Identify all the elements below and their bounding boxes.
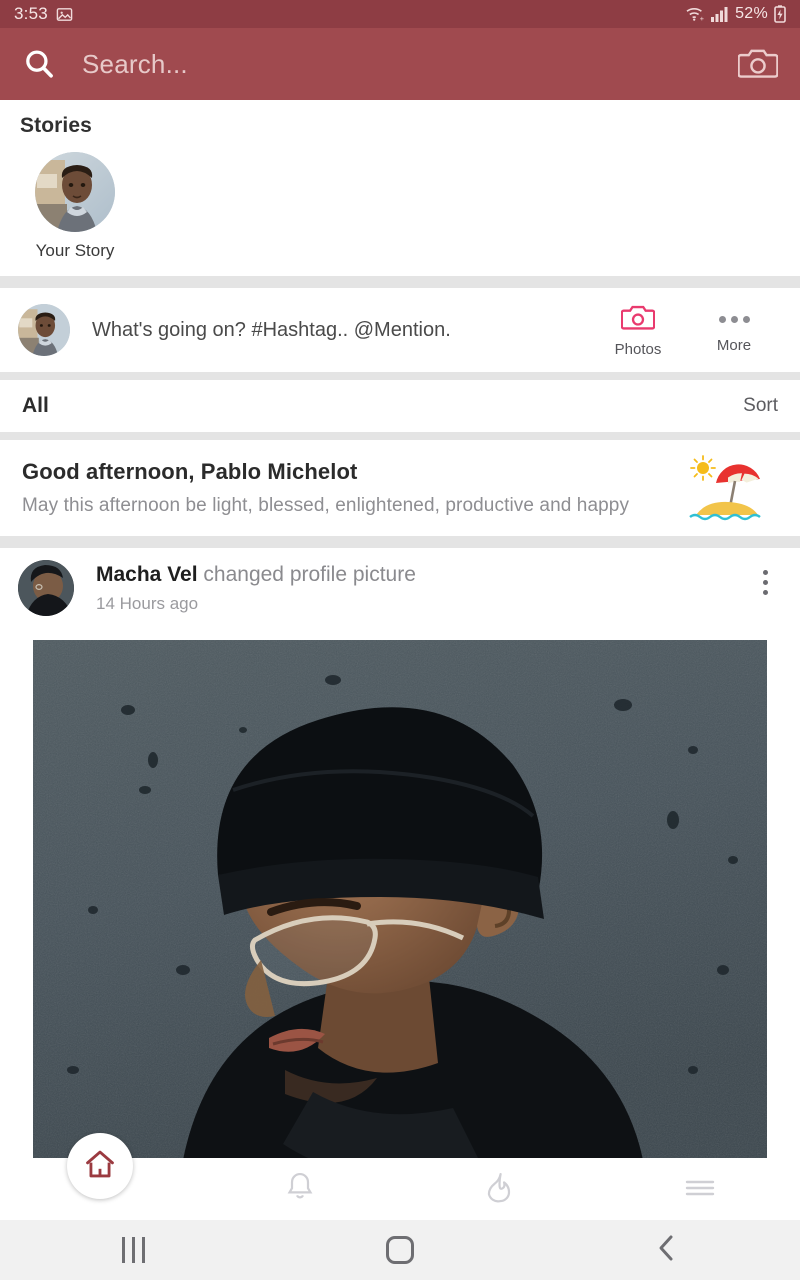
composer-more-button[interactable]: More xyxy=(686,306,782,354)
bottom-nav-notifications[interactable] xyxy=(200,1158,400,1220)
recents-icon xyxy=(121,1237,145,1263)
post-composer: What's going on? #Hashtag.. @Mention. Ph… xyxy=(0,288,800,372)
more-vertical-icon[interactable] xyxy=(748,560,782,604)
app-header: Search... xyxy=(0,28,800,100)
greeting-texts: Good afternoon, Pablo Michelot May this … xyxy=(22,459,686,517)
camera-icon[interactable] xyxy=(737,46,779,82)
story-item-label: Your Story xyxy=(35,241,115,260)
bottom-nav-menu[interactable] xyxy=(600,1158,800,1220)
bottom-nav-trending[interactable] xyxy=(400,1158,600,1220)
stories-section: Stories Your Story xyxy=(0,100,800,276)
system-nav-recents[interactable] xyxy=(0,1237,267,1263)
system-nav-home[interactable] xyxy=(267,1236,534,1264)
search-input[interactable]: Search... xyxy=(82,49,738,80)
post-image[interactable] xyxy=(33,640,767,1160)
avatar[interactable] xyxy=(18,304,70,356)
sort-button[interactable]: Sort xyxy=(743,395,778,417)
composer-photos-button[interactable]: Photos xyxy=(590,303,686,358)
cellular-signal-icon xyxy=(711,6,729,22)
post-timestamp: 14 Hours ago xyxy=(96,594,199,613)
battery-charging-icon xyxy=(774,5,786,23)
wifi-icon: + xyxy=(685,6,705,22)
greeting-subtitle: May this afternoon be light, blessed, en… xyxy=(22,495,630,516)
flame-icon xyxy=(485,1171,515,1208)
post-author[interactable]: Macha Vel xyxy=(96,563,198,586)
composer-input[interactable]: What's going on? #Hashtag.. @Mention. xyxy=(92,319,590,342)
stories-title: Stories xyxy=(20,114,92,137)
feed-post: Macha Vel changed profile picture 14 Hou… xyxy=(0,548,800,1168)
section-divider xyxy=(0,372,800,380)
status-bar-left: 3:53 xyxy=(14,4,73,24)
more-horizontal-icon xyxy=(718,306,750,332)
bottom-nav-home-button[interactable] xyxy=(67,1133,133,1199)
avatar[interactable] xyxy=(18,560,74,616)
section-divider xyxy=(0,276,800,288)
status-bar: 3:53 + 52% xyxy=(0,0,800,28)
section-divider xyxy=(0,432,800,440)
image-icon xyxy=(56,6,73,23)
system-nav-back[interactable] xyxy=(533,1233,800,1268)
filter-tab-all[interactable]: All xyxy=(22,394,49,418)
post-action: changed profile picture xyxy=(203,563,416,586)
status-bar-right: + 52% xyxy=(685,5,786,23)
home-square-icon xyxy=(386,1236,414,1264)
camera-icon xyxy=(620,303,656,336)
feed-filter-bar: All Sort xyxy=(0,380,800,432)
story-item-your-story[interactable]: Your Story xyxy=(20,152,130,261)
battery-percent-label: 52% xyxy=(735,5,768,22)
search-icon[interactable] xyxy=(22,47,56,81)
post-headline: Macha Vel changed profile picture xyxy=(96,563,748,587)
beach-with-umbrella-emoji xyxy=(686,453,766,523)
section-divider xyxy=(0,536,800,548)
greeting-title: Good afternoon, Pablo Michelot xyxy=(22,459,358,484)
system-navigation-bar xyxy=(0,1220,800,1280)
composer-photos-label: Photos xyxy=(614,340,662,358)
avatar xyxy=(35,152,115,232)
hamburger-menu-icon xyxy=(684,1176,716,1203)
greeting-card: Good afternoon, Pablo Michelot May this … xyxy=(0,440,800,536)
svg-text:+: + xyxy=(700,14,704,22)
bell-icon xyxy=(285,1171,315,1208)
home-icon xyxy=(83,1147,117,1186)
composer-more-label: More xyxy=(716,337,752,354)
post-header: Macha Vel changed profile picture 14 Hou… xyxy=(0,548,800,616)
status-bar-clock: 3:53 xyxy=(14,4,48,23)
post-meta: Macha Vel changed profile picture 14 Hou… xyxy=(96,560,748,614)
back-chevron-icon xyxy=(656,1233,678,1268)
app-root: 3:53 + 52% Search... Stories Your Story … xyxy=(0,0,800,1280)
